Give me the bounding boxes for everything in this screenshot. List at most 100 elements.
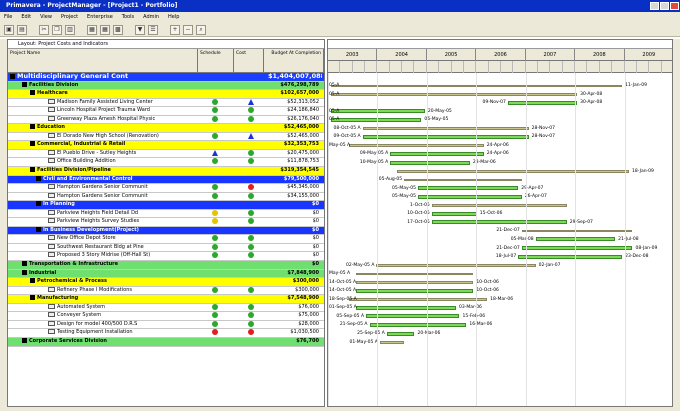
summary-bar[interactable] <box>331 93 578 96</box>
project-row[interactable]: Refinery Phase I Modifications $300,000 <box>8 286 324 296</box>
task-bar[interactable] <box>390 160 470 165</box>
project-row[interactable]: Conveyer System $75,000 <box>8 312 324 321</box>
summary-bar[interactable] <box>362 127 529 130</box>
col-budget[interactable]: Budget At Completion <box>264 49 324 73</box>
copy-icon[interactable]: ❐ <box>52 24 62 35</box>
col-schedule[interactable]: Schedule <box>198 49 234 73</box>
project-row[interactable]: Testing Equipment Installation $1,030,500 <box>8 329 324 338</box>
project-row[interactable]: Hampton Gardens Senior Communit $34,155,0… <box>8 192 324 202</box>
task-bar[interactable] <box>355 288 474 293</box>
group-row[interactable]: Education $52,465,000 <box>8 124 324 133</box>
project-row[interactable]: Southwest Restaurant Bldg at Pine $0 <box>8 243 324 253</box>
group-row[interactable]: Transportation & Infrastructure $0 <box>8 261 324 270</box>
group-row[interactable]: Commercial, Industrial & Retail $32,353,7… <box>8 141 324 150</box>
project-row[interactable]: Hampton Gardens Senior Communit $45,345,0… <box>8 184 324 193</box>
close-icon[interactable] <box>670 2 679 10</box>
summary-bar[interactable] <box>355 272 474 276</box>
group-row[interactable]: In Business Development(Project) $0 <box>8 226 324 236</box>
project-row[interactable]: Parkview Heights Survey Studies $0 <box>8 218 324 227</box>
expand-icon[interactable] <box>30 167 35 173</box>
menu-tools[interactable]: Tools <box>122 12 134 23</box>
task-bar[interactable] <box>417 194 522 199</box>
cut-icon[interactable]: ✂ <box>39 24 49 35</box>
table-icon[interactable]: ▦ <box>100 24 110 35</box>
group-row[interactable]: In Planning $0 <box>8 201 324 210</box>
expand-icon[interactable] <box>22 81 27 87</box>
task-bar[interactable] <box>362 134 529 139</box>
col-cost[interactable]: Cost <box>234 49 264 73</box>
project-row[interactable]: Lincoln Hospital Project Trauma Ward $24,… <box>8 107 324 116</box>
project-row[interactable]: New Office Depot Store $0 <box>8 235 324 244</box>
summary-bar[interactable] <box>431 204 567 207</box>
zoom-in-icon[interactable]: + <box>170 24 180 35</box>
task-bar[interactable] <box>355 305 456 310</box>
group-row[interactable]: Corporate Services Division $76,700 <box>8 337 324 347</box>
expand-icon[interactable] <box>30 124 35 130</box>
task-bar[interactable] <box>417 186 519 191</box>
task-bar[interactable] <box>331 117 422 122</box>
left-scrollbar[interactable] <box>0 39 7 407</box>
project-row[interactable]: Parkview Heights Field Detail Dd $0 <box>8 209 324 219</box>
group-row[interactable]: Facilities Division $476,298,789 <box>8 81 324 91</box>
minimize-icon[interactable] <box>650 2 659 10</box>
summary-bar[interactable] <box>355 281 474 284</box>
menu-enterprise[interactable]: Enterprise <box>87 12 113 23</box>
summary-bar[interactable] <box>376 264 536 267</box>
expand-icon[interactable] <box>30 90 35 96</box>
project-row[interactable]: Proposed 3 Story Midrise (Off-Hall St) $0 <box>8 252 324 262</box>
expand-icon[interactable] <box>36 175 41 181</box>
expand-icon[interactable] <box>30 278 35 284</box>
expand-icon[interactable] <box>22 337 27 343</box>
menu-admin[interactable]: Admin <box>143 12 159 23</box>
expand-icon[interactable] <box>36 201 41 207</box>
chart-icon[interactable]: ▩ <box>113 24 123 35</box>
task-bar[interactable] <box>507 100 578 105</box>
group-row[interactable]: Healthcare $102,657,000 <box>8 90 324 99</box>
menu-help[interactable]: Help <box>168 12 179 23</box>
expand-icon[interactable] <box>30 295 35 301</box>
project-row[interactable]: El Dorado New High School (Renovation) $5… <box>8 132 324 142</box>
group-row[interactable]: Civil and Environmental Control $79,500,0… <box>8 175 324 185</box>
task-bar[interactable] <box>521 246 633 250</box>
maximize-icon[interactable] <box>660 2 669 10</box>
open-icon[interactable]: ▣ <box>4 24 14 35</box>
summary-bar[interactable] <box>348 144 484 147</box>
col-project-name[interactable]: Project Name <box>8 49 198 73</box>
summary-bar[interactable] <box>404 178 522 182</box>
summary-bar[interactable] <box>397 170 629 173</box>
task-bar[interactable] <box>369 322 467 327</box>
task-bar[interactable] <box>390 151 484 156</box>
group-row[interactable]: Petrochemical & Process $300,000 <box>8 278 324 287</box>
project-row[interactable]: Automated System $76,000 <box>8 303 324 313</box>
project-row[interactable]: Office Building Addition $11,878,753 <box>8 158 324 168</box>
zoom-out-icon[interactable]: − <box>183 24 193 35</box>
paste-icon[interactable]: ▥ <box>65 24 75 35</box>
print-icon[interactable]: ▤ <box>17 24 27 35</box>
layout-icon[interactable]: ▦ <box>87 24 97 35</box>
menu-file[interactable]: File <box>4 12 12 23</box>
menu-project[interactable]: Project <box>61 12 78 23</box>
project-row[interactable]: Greenway Plaza Amesh Hospital Physic $26,… <box>8 115 324 125</box>
expand-icon[interactable] <box>22 261 27 267</box>
project-row[interactable]: Design for model 400/500 D.R.S $28,000 <box>8 320 324 330</box>
menu-view[interactable]: View <box>40 12 52 23</box>
task-bar[interactable] <box>431 211 477 216</box>
task-bar[interactable] <box>366 314 460 319</box>
find-icon[interactable]: ⌕ <box>196 24 206 35</box>
expand-icon[interactable] <box>22 269 27 275</box>
group-row[interactable]: Facilities Division/Pipeline $319,354,545 <box>8 167 324 176</box>
task-bar[interactable] <box>431 220 567 225</box>
filter-icon[interactable]: ▼ <box>135 24 145 35</box>
project-row[interactable]: El Pueblo Drive - Sutley Heights $20,475,… <box>8 149 324 159</box>
task-bar[interactable] <box>518 254 623 259</box>
group-row[interactable]: Industrial $7,848,900 <box>8 269 324 279</box>
summary-bar[interactable] <box>521 229 633 233</box>
summary-bar[interactable] <box>379 341 405 344</box>
expand-icon[interactable] <box>30 141 35 147</box>
expand-icon[interactable] <box>10 73 15 79</box>
project-row[interactable]: Madison Family Assisted Living Center $52… <box>8 98 324 108</box>
group-row[interactable]: Multidisciplinary General Cont $1,404,007… <box>8 73 324 82</box>
right-scrollbar[interactable] <box>673 39 680 407</box>
group-icon[interactable]: ☰ <box>148 24 158 35</box>
task-bar[interactable] <box>386 331 415 336</box>
